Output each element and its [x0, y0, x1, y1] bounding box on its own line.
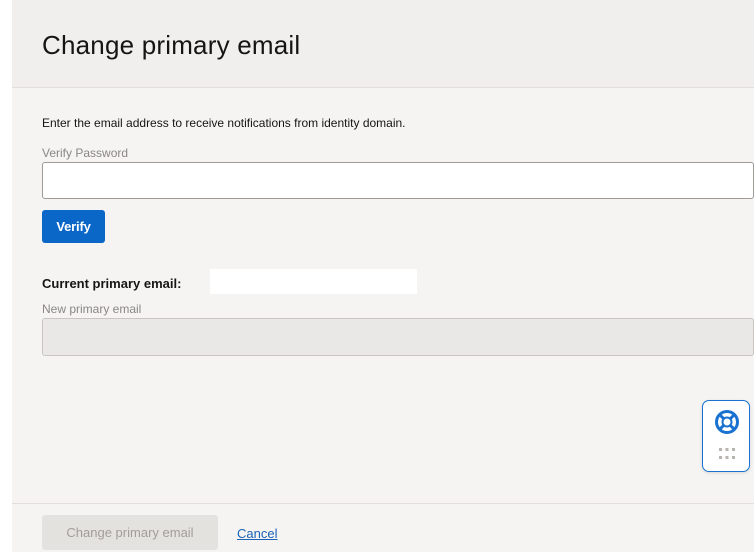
change-primary-email-button[interactable]: Change primary email: [42, 515, 218, 550]
cancel-link[interactable]: Cancel: [237, 526, 277, 541]
dialog-title: Change primary email: [42, 30, 301, 60]
grip-dots-icon[interactable]: [718, 445, 736, 463]
verify-password-input[interactable]: [42, 162, 754, 199]
current-email-value: [210, 269, 417, 294]
current-email-label: Current primary email:: [42, 276, 182, 291]
lifebuoy-icon: [715, 410, 739, 434]
new-email-input: [42, 318, 754, 356]
dialog-body: Enter the email address to receive notif…: [12, 89, 754, 503]
help-widget[interactable]: [702, 400, 750, 472]
dialog-header: Change primary email: [12, 0, 754, 88]
instructions-text: Enter the email address to receive notif…: [42, 116, 406, 130]
verify-password-label: Verify Password: [42, 146, 129, 160]
change-email-dialog: Change primary email Enter the email add…: [12, 0, 754, 552]
dialog-footer: Change primary email Cancel: [12, 503, 754, 552]
new-email-label: New primary email: [42, 302, 142, 316]
verify-button[interactable]: Verify: [42, 210, 105, 243]
